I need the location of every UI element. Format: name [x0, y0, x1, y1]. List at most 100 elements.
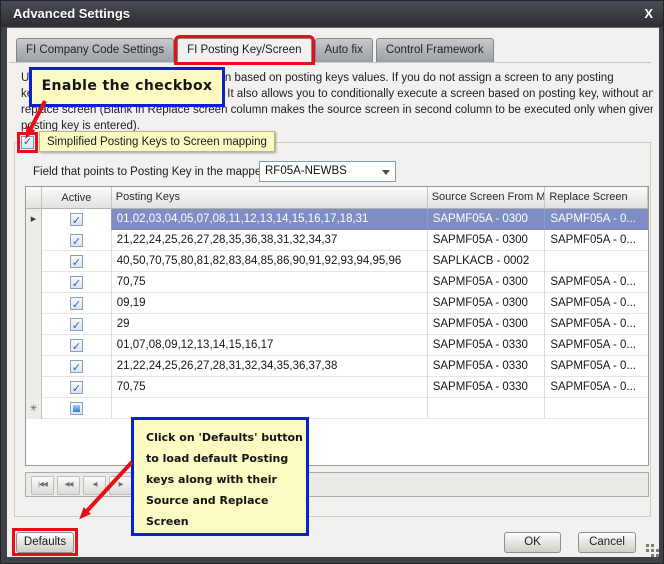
row-indicator-cell — [26, 293, 42, 314]
grid-cell-active[interactable] — [42, 293, 112, 314]
ok-button[interactable]: OK — [504, 532, 561, 553]
grid-cell-active[interactable] — [42, 230, 112, 251]
row-indicator-cell — [26, 314, 42, 335]
close-icon[interactable]: X — [644, 6, 653, 21]
checkbox-checked-icon[interactable] — [70, 213, 83, 226]
posting-keys-grid: Active Posting Keys Source Screen From M… — [25, 186, 649, 466]
grid-cell-posting-keys[interactable]: 40,50,70,75,80,81,82,83,84,85,86,90,91,9… — [112, 251, 428, 272]
simplified-mapping-checkbox[interactable] — [21, 136, 34, 149]
table-row[interactable]: 21,22,24,25,26,27,28,35,36,38,31,32,34,3… — [26, 230, 648, 251]
nav-prev-button[interactable]: ◀ — [83, 476, 106, 495]
grid-header-replace-screen[interactable]: Replace Screen — [545, 187, 648, 209]
checkbox-checked-icon[interactable] — [70, 255, 83, 268]
grid-cell-posting-keys[interactable]: 09,19 — [112, 293, 428, 314]
dropdown-selected-value: RF05A-NEWBS — [265, 165, 347, 177]
callout-line: to load default Posting — [146, 448, 302, 469]
window-title: Advanced Settings — [13, 6, 130, 21]
grid-cell-active[interactable] — [42, 377, 112, 398]
grid-cell-source-screen[interactable] — [428, 398, 546, 419]
tab-fi-posting-key-screen[interactable]: FI Posting Key/Screen — [177, 38, 311, 62]
checkbox-checked-icon[interactable] — [70, 381, 83, 394]
grid-rows: ▶ 01,02,03,04,05,07,08,11,12,13,14,15,16… — [26, 209, 648, 398]
grid-cell-source-screen[interactable]: SAPMF05A - 0300 — [428, 272, 546, 293]
grid-cell-active[interactable] — [42, 314, 112, 335]
tab-control-framework[interactable]: Control Framework — [376, 38, 494, 62]
table-row[interactable]: 70,75 SAPMF05A - 0330 SAPMF05A - 0... — [26, 377, 648, 398]
grid-cell-replace-screen[interactable]: SAPMF05A - 0... — [545, 356, 648, 377]
grid-cell-posting-keys[interactable]: 70,75 — [112, 377, 428, 398]
callout-line: Click on 'Defaults' button — [146, 427, 302, 448]
grid-cell-source-screen[interactable]: SAPLKACB - 0002 — [428, 251, 546, 272]
checkbox-checked-icon[interactable] — [70, 276, 83, 289]
table-row[interactable]: 40,50,70,75,80,81,82,83,84,85,86,90,91,9… — [26, 251, 648, 272]
row-indicator-cell — [26, 356, 42, 377]
nav-next-button[interactable]: ▶ — [109, 476, 132, 495]
row-indicator-cell — [26, 335, 42, 356]
grid-cell-replace-screen[interactable]: SAPMF05A - 0... — [545, 377, 648, 398]
resize-grip-icon[interactable] — [646, 544, 649, 547]
grid-cell-source-screen[interactable]: SAPMF05A - 0330 — [428, 377, 546, 398]
grid-cell-source-screen[interactable]: SAPMF05A - 0300 — [428, 314, 546, 335]
grid-cell-posting-keys[interactable]: 29 — [112, 314, 428, 335]
new-row-asterisk-icon: ✳ — [26, 398, 41, 419]
callout-enable-checkbox: Enable the checkbox — [29, 67, 225, 107]
dropdown-arrow-icon[interactable] — [382, 170, 390, 175]
grid-cell-posting-keys[interactable]: 01,02,03,04,05,07,08,11,12,13,14,15,16,1… — [112, 209, 428, 230]
tab-divider — [9, 62, 651, 63]
grid-cell-active[interactable] — [42, 251, 112, 272]
grid-cell-active[interactable] — [42, 398, 112, 419]
grid-header-posting-keys[interactable]: Posting Keys — [112, 187, 428, 209]
tab-auto-fix[interactable]: Auto fix — [315, 38, 373, 62]
grid-cell-source-screen[interactable]: SAPMF05A - 0330 — [428, 335, 546, 356]
grid-cell-active[interactable] — [42, 209, 112, 230]
table-row[interactable]: ▶ 01,02,03,04,05,07,08,11,12,13,14,15,16… — [26, 209, 648, 230]
grid-cell-posting-keys[interactable]: 70,75 — [112, 272, 428, 293]
checkbox-checked-icon[interactable] — [70, 297, 83, 310]
grid-cell-source-screen[interactable]: SAPMF05A - 0300 — [428, 209, 546, 230]
checkbox-checked-icon[interactable] — [70, 234, 83, 247]
grid-header-indicator — [26, 187, 42, 209]
posting-key-field-label: Field that points to Posting Key in the … — [33, 162, 265, 182]
grid-cell-source-screen[interactable]: SAPMF05A - 0330 — [428, 356, 546, 377]
grid-cell-replace-screen[interactable]: SAPMF05A - 0... — [545, 209, 648, 230]
posting-key-field-dropdown[interactable]: RF05A-NEWBS — [259, 161, 396, 182]
checkbox-checked-icon[interactable] — [70, 360, 83, 373]
grid-header-source-screen[interactable]: Source Screen From Ma... — [428, 187, 546, 209]
callout-line: Source and Replace — [146, 490, 302, 511]
grid-cell-source-screen[interactable]: SAPMF05A - 0300 — [428, 230, 546, 251]
grid-cell-replace-screen[interactable]: SAPMF05A - 0... — [545, 272, 648, 293]
grid-cell-replace-screen[interactable] — [545, 251, 648, 272]
grid-cell-active[interactable] — [42, 356, 112, 377]
grid-cell-posting-keys[interactable] — [112, 398, 428, 419]
table-row[interactable]: 01,07,08,09,12,13,14,15,16,17 SAPMF05A -… — [26, 335, 648, 356]
current-row-arrow-icon: ▶ — [26, 209, 41, 230]
grid-cell-replace-screen[interactable]: SAPMF05A - 0... — [545, 335, 648, 356]
tab-strip: FI Company Code Settings FI Posting Key/… — [16, 38, 494, 62]
defaults-button[interactable]: Defaults — [16, 532, 74, 553]
nav-first-button[interactable]: |◀◀ — [31, 476, 54, 495]
checkbox-checked-icon[interactable] — [70, 339, 83, 352]
grid-cell-replace-screen[interactable]: SAPMF05A - 0... — [545, 230, 648, 251]
nav-prev-page-button[interactable]: ◀◀ — [57, 476, 80, 495]
grid-cell-replace-screen[interactable]: SAPMF05A - 0... — [545, 314, 648, 335]
tab-fi-company-code-settings[interactable]: FI Company Code Settings — [16, 38, 174, 62]
grid-cell-replace-screen[interactable]: SAPMF05A - 0... — [545, 293, 648, 314]
table-row[interactable]: 21,22,24,25,26,27,28,31,32,34,35,36,37,3… — [26, 356, 648, 377]
grid-cell-posting-keys[interactable]: 01,07,08,09,12,13,14,15,16,17 — [112, 335, 428, 356]
grid-cell-replace-screen[interactable] — [545, 398, 648, 419]
grid-header-active[interactable]: Active — [42, 187, 112, 209]
grid-record-navigator: |◀◀ ◀◀ ◀ ▶ ▶▶| — [25, 472, 649, 497]
checkbox-checked-icon[interactable] — [70, 318, 83, 331]
grid-cell-posting-keys[interactable]: 21,22,24,25,26,27,28,31,32,34,35,36,37,3… — [112, 356, 428, 377]
grid-cell-source-screen[interactable]: SAPMF05A - 0300 — [428, 293, 546, 314]
checkbox-indeterminate-icon[interactable] — [70, 402, 83, 415]
grid-header-row: Active Posting Keys Source Screen From M… — [26, 187, 648, 209]
table-row[interactable]: 70,75 SAPMF05A - 0300 SAPMF05A - 0... — [26, 272, 648, 293]
grid-cell-active[interactable] — [42, 335, 112, 356]
grid-new-row[interactable]: ✳ — [26, 398, 648, 419]
grid-cell-active[interactable] — [42, 272, 112, 293]
table-row[interactable]: 29 SAPMF05A - 0300 SAPMF05A - 0... — [26, 314, 648, 335]
grid-cell-posting-keys[interactable]: 21,22,24,25,26,27,28,35,36,38,31,32,34,3… — [112, 230, 428, 251]
cancel-button[interactable]: Cancel — [578, 532, 636, 553]
table-row[interactable]: 09,19 SAPMF05A - 0300 SAPMF05A - 0... — [26, 293, 648, 314]
